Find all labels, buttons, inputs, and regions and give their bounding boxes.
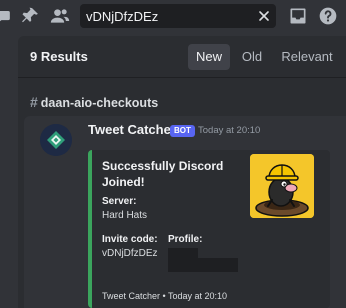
search-input[interactable] [86, 4, 248, 28]
bot-badge: BOT [170, 125, 195, 137]
profile-label: Profile: [168, 234, 203, 245]
invite-code-value: vDNjDfzDEz [102, 248, 158, 259]
help-icon[interactable] [318, 6, 338, 26]
results-header: 9 Results New Old Relevant [18, 36, 346, 78]
embed-thumbnail[interactable] [250, 154, 314, 218]
embed: Successfully Discord Joined! Server: Har… [88, 150, 330, 308]
embed-footer: Tweet Catcher • Today at 20:10 [102, 291, 228, 301]
results-count: 9 Results [30, 49, 88, 64]
tab-relevant[interactable]: Relevant [276, 44, 338, 70]
invite-code-label: Invite code: [102, 234, 158, 245]
message-timestamp: Today at 20:10 [198, 125, 261, 136]
server-value: Hard Hats [102, 210, 148, 221]
tab-new[interactable]: New [188, 44, 230, 70]
author-name[interactable]: Tweet Catcher [88, 122, 176, 137]
search-results-panel: 9 Results New Old Relevant # daan-aio-che… [18, 36, 346, 308]
search-result-message[interactable]: Tweet Catcher BOT Today at 20:10 Success… [24, 116, 346, 308]
search-field[interactable] [80, 4, 276, 28]
top-bar [0, 0, 346, 34]
members-icon[interactable] [50, 6, 70, 26]
profile-redacted-block [168, 258, 238, 272]
channel-hash-icon: # [30, 94, 38, 110]
clear-search-icon[interactable] [256, 8, 272, 24]
pin-icon[interactable] [20, 6, 40, 26]
tab-old[interactable]: Old [234, 44, 270, 70]
inbox-icon[interactable] [288, 6, 308, 26]
server-label: Server: [102, 196, 137, 207]
embed-title: Successfully Discord Joined! [102, 159, 224, 189]
thread-icon[interactable] [0, 6, 14, 26]
profile-redacted-block [168, 248, 198, 258]
channel-name: daan-aio-checkouts [40, 96, 159, 110]
avatar[interactable] [40, 124, 72, 156]
channel-heading[interactable]: # daan-aio-checkouts [30, 94, 158, 112]
